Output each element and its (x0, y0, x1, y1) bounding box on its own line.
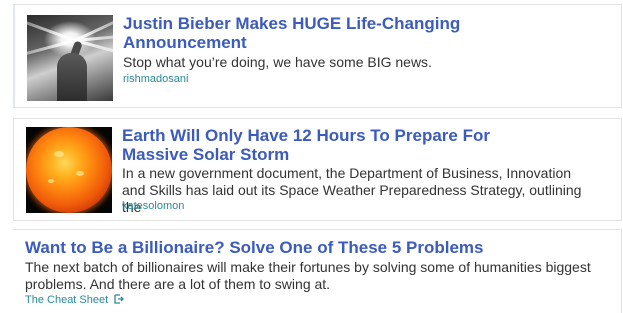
article-title[interactable]: Earth Will Only Have 12 Hours To Prepare… (122, 126, 542, 164)
article-source[interactable]: rishmadosani (123, 73, 188, 86)
feed-card[interactable]: Want to Be a Billionaire? Solve One of T… (13, 229, 622, 313)
external-link-icon[interactable] (114, 294, 125, 304)
article-description: Stop what you’re doing, we have some BIG… (123, 54, 432, 70)
article-thumbnail[interactable] (26, 127, 112, 213)
feed-card[interactable]: Justin Bieber Makes HUGE Life-Changing A… (13, 4, 622, 108)
feed-card[interactable]: Earth Will Only Have 12 Hours To Prepare… (13, 118, 622, 221)
article-description: The next batch of billionaires will make… (25, 259, 591, 292)
article-thumbnail[interactable] (27, 15, 113, 101)
article-source-link[interactable]: The Cheat Sheet (25, 294, 125, 307)
article-source[interactable]: The Cheat Sheet (25, 294, 108, 306)
article-description: In a new government document, the Depart… (122, 165, 582, 215)
article-source[interactable]: katesolomon (122, 200, 184, 213)
article-title[interactable]: Justin Bieber Makes HUGE Life-Changing A… (123, 14, 483, 52)
article-title[interactable]: Want to Be a Billionaire? Solve One of T… (25, 238, 585, 257)
